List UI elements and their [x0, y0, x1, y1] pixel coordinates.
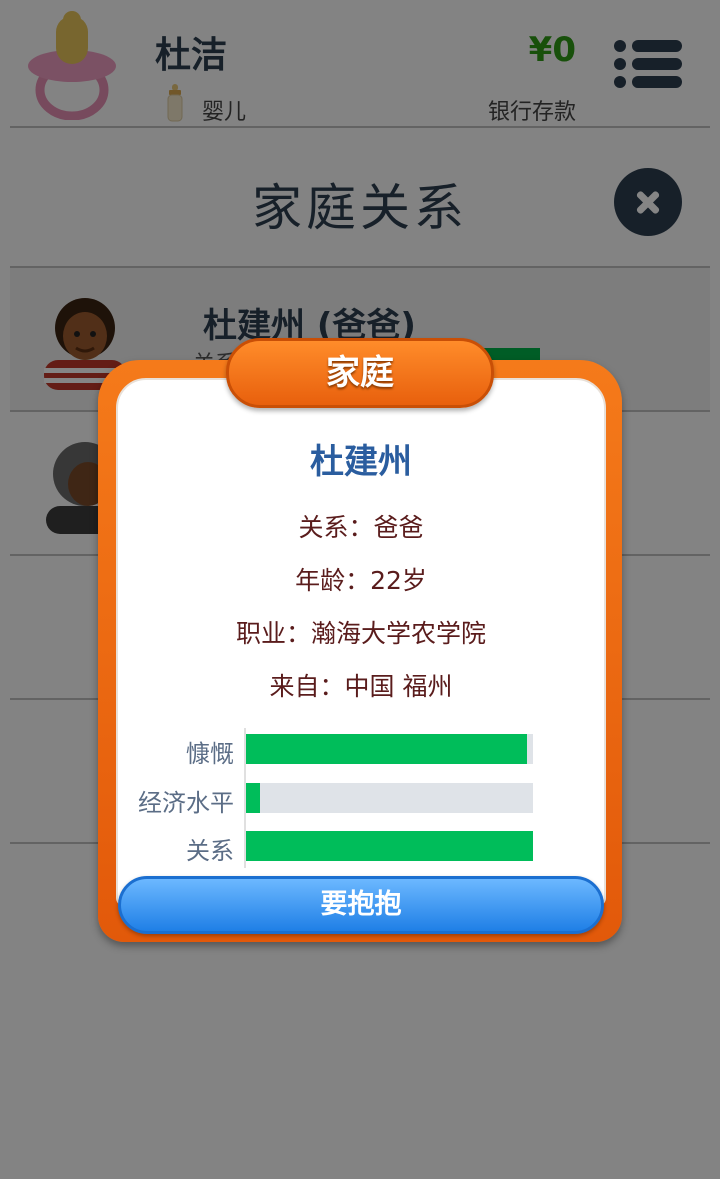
- stat-label-generosity: 慷慨: [186, 740, 234, 768]
- person-name: 杜建州: [310, 442, 412, 482]
- modal-tab-label: 家庭: [326, 353, 394, 393]
- hug-button-label: 要抱抱: [320, 889, 402, 920]
- stat-bar-relation: [246, 831, 533, 861]
- stat-bar-economy: [246, 783, 533, 813]
- stat-fill: [246, 734, 528, 764]
- job-line: 职业：瀚海大学农学院: [235, 619, 486, 648]
- hug-button[interactable]: 要抱抱: [118, 876, 604, 934]
- relation-line: 关系：爸爸: [298, 513, 424, 542]
- modal-tab: 家庭: [226, 338, 494, 408]
- stat-label-relation: 关系: [186, 837, 234, 865]
- stat-fill: [246, 831, 533, 861]
- origin-line: 来自：中国 福州: [269, 672, 453, 701]
- stat-label-economy: 经济水平: [138, 789, 234, 817]
- age-line: 年龄：22岁: [295, 566, 427, 595]
- stat-fill: [246, 783, 261, 813]
- stat-bar-generosity: [246, 734, 533, 764]
